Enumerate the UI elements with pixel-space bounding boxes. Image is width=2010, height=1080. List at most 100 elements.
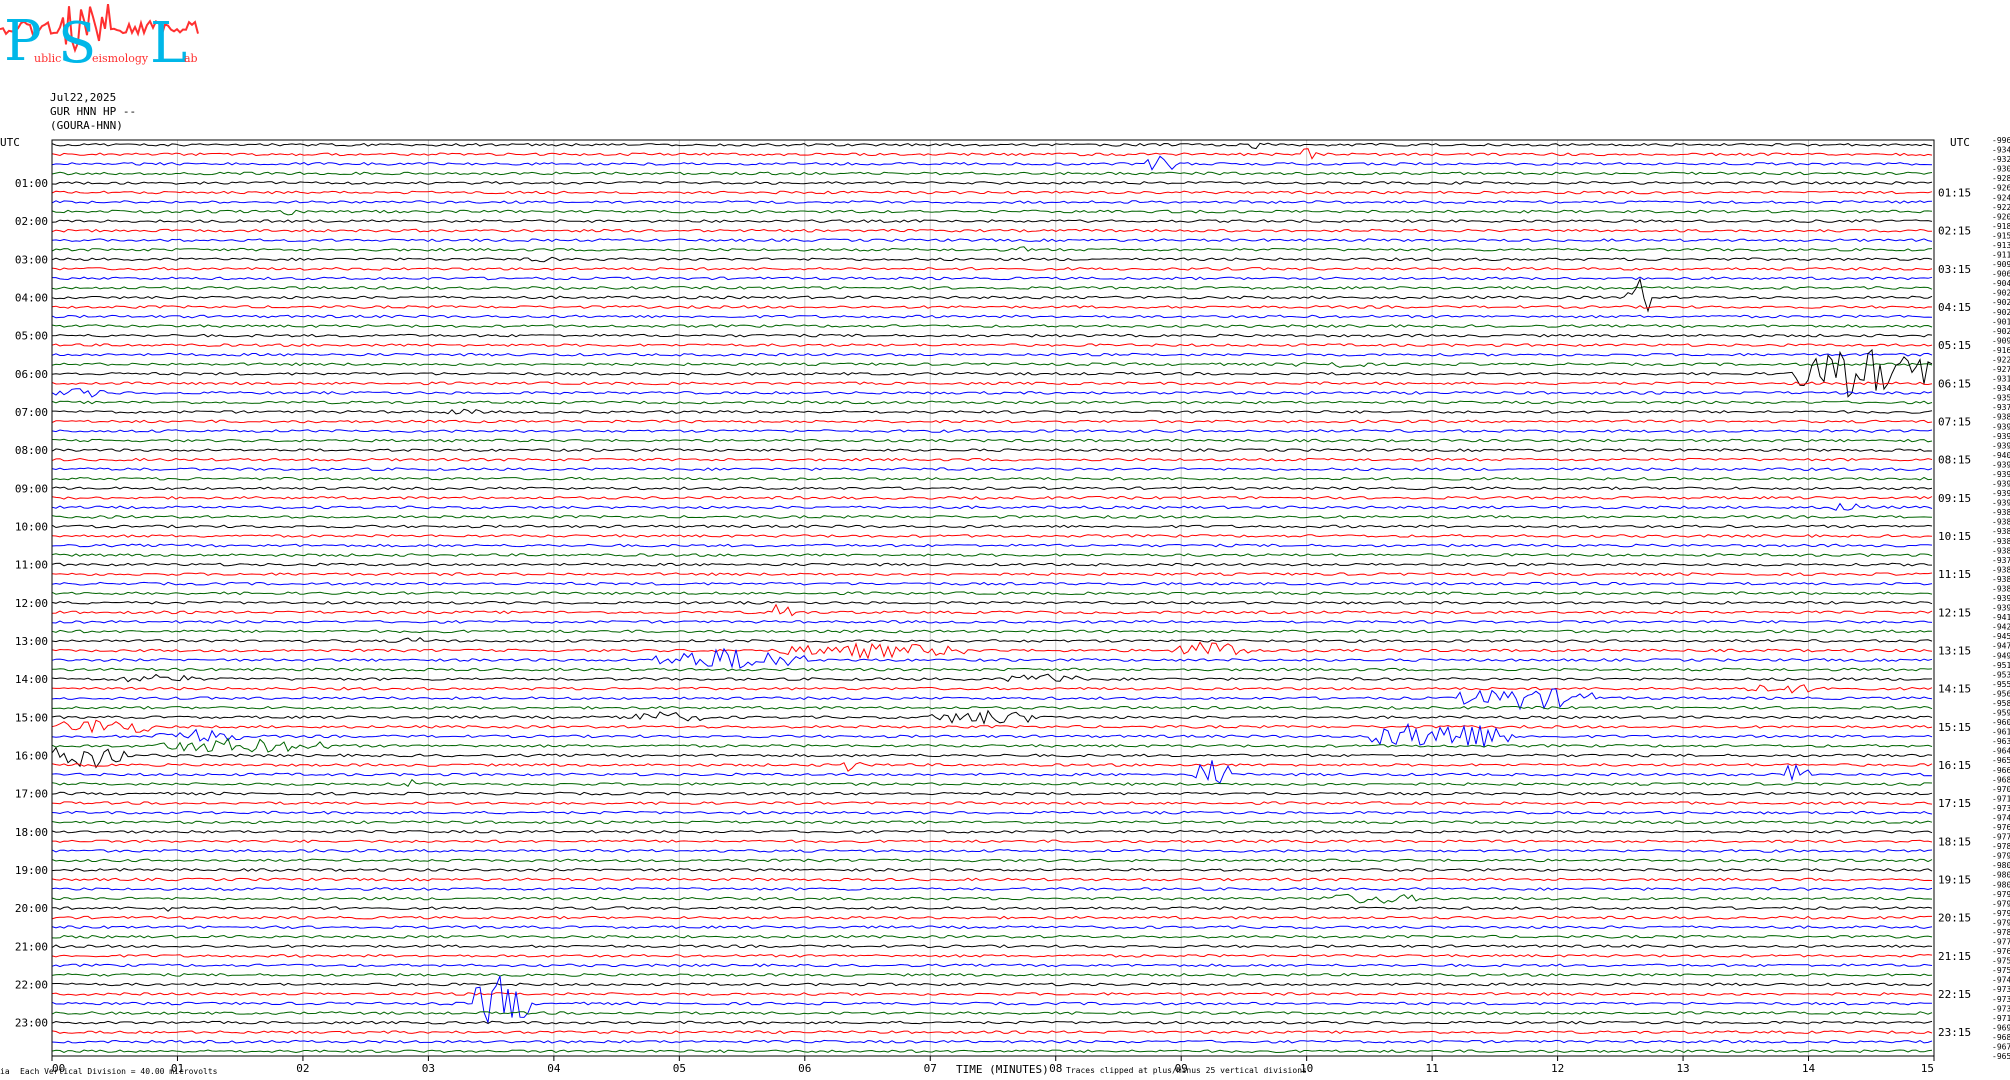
seismic-trace: [51, 887, 1933, 891]
trace-offset-label: -9758: [1992, 957, 2010, 966]
trace-offset-label: -9022: [1992, 308, 2010, 317]
seismic-trace: [51, 142, 1933, 150]
seismic-trace: [51, 673, 1933, 683]
hour-label-right: 11:15: [1938, 568, 1971, 581]
seismic-trace: [51, 324, 1933, 328]
trace-offset-label: -9795: [1992, 909, 2010, 918]
trace-offset-label: -9385: [1992, 527, 2010, 536]
seismic-trace: [51, 791, 1933, 796]
trace-offset-label: -9391: [1992, 499, 2010, 508]
seismic-trace: [51, 760, 1933, 784]
trace-offset-label: -9226: [1992, 355, 2010, 364]
seismic-trace: [51, 553, 1933, 557]
trace-offset-label: -9359: [1992, 394, 2010, 403]
seismic-trace: [51, 858, 1933, 863]
seismic-trace: [51, 849, 1933, 853]
hour-label-left: 04:00: [15, 291, 48, 304]
trace-offset-label: -9110: [1992, 251, 2010, 260]
hour-label-right: 19:15: [1938, 873, 1971, 886]
seismic-trace: [52, 276, 1933, 281]
logo-letter-l: L: [150, 11, 187, 76]
trace-offset-label: -9783: [1992, 928, 2010, 937]
seismic-trace: [51, 719, 1933, 734]
trace-offset-label: -9373: [1992, 403, 2010, 412]
trace-offset-label: -9606: [1992, 718, 2010, 727]
x-tick-label-04: 04: [547, 1062, 561, 1075]
trace-offset-label: -9669: [1992, 766, 2010, 775]
seismic-trace: [51, 591, 1933, 596]
seismic-trace: [51, 562, 1933, 567]
seismic-trace: [51, 778, 1933, 788]
x-tick-label-05: 05: [673, 1062, 686, 1075]
trace-offset-label: -9227: [1992, 203, 2010, 212]
trace-offset-label: -9014: [1992, 317, 2010, 326]
hour-labels-right: 01:15 02:15 03:15 04:15 05:15 06:15 07:15 08:15…: [1938, 186, 1971, 1039]
seismic-trace: [51, 620, 1933, 624]
trace-offset-label: -9182: [1992, 222, 2010, 231]
hour-label-right: 06:15: [1938, 377, 1971, 390]
trace-offset-label: -9595: [1992, 709, 2010, 718]
seismic-trace: [51, 457, 1933, 462]
seismic-trace: [51, 486, 1933, 491]
trace-offset-label: -9569: [1992, 689, 2010, 698]
seismic-trace: [51, 877, 1933, 882]
seismic-trace: [52, 408, 1933, 415]
hour-label-left: 09:00: [15, 482, 48, 495]
hour-label-right: 14:15: [1938, 683, 1971, 696]
seismic-trace: [51, 600, 1933, 605]
seismic-trace: [51, 1039, 1933, 1044]
trace-offset-label: -9794: [1992, 899, 2010, 908]
trace-offset-label: -9762: [1992, 823, 2010, 832]
seismic-trace: [52, 839, 1933, 844]
trace-offset-label: -9966: [1992, 136, 2010, 145]
hour-label-left: 10:00: [15, 520, 48, 533]
trace-offset-label: -9265: [1992, 184, 2010, 193]
chart-traces: [51, 142, 1933, 1054]
seismic-trace: [51, 209, 1933, 216]
seismic-trace: [51, 647, 1933, 669]
seismic-trace: [51, 524, 1933, 529]
hour-label-right: 07:15: [1938, 415, 1971, 428]
seismic-trace: [51, 581, 1933, 586]
x-tick-label-14: 14: [1802, 1062, 1816, 1075]
seismic-trace: [52, 667, 1933, 672]
trace-offset-label: -9382: [1992, 575, 2010, 584]
seismic-trace: [51, 820, 1933, 825]
seismic-trace: [51, 256, 1933, 263]
x-tick-label-11: 11: [1426, 1062, 1439, 1075]
hour-label-left: 07:00: [15, 406, 48, 419]
trace-offset-label: -9619: [1992, 728, 2010, 737]
hour-label-left: 11:00: [15, 559, 48, 572]
hour-label-right: 12:15: [1938, 606, 1971, 619]
seismic-trace: [51, 171, 1933, 176]
seismic-trace: [51, 973, 1933, 977]
trace-offset-label: -9659: [1992, 1052, 2010, 1061]
seismic-trace: [51, 944, 1933, 949]
footer-scale: Each Vertical Division = 40.00 microvolt…: [20, 1067, 218, 1076]
trace-offset-label: -9646: [1992, 747, 2010, 756]
seismic-trace: [51, 893, 1933, 904]
hour-label-left: 19:00: [15, 864, 48, 877]
trace-offset-label: -9790: [1992, 918, 2010, 927]
seismic-trace: [51, 868, 1933, 872]
trace-offset-label: -9396: [1992, 470, 2010, 479]
hour-label-right: 23:15: [1938, 1026, 1971, 1039]
logo-sub-seismology: eismology: [92, 52, 149, 65]
seismic-trace: [51, 1020, 1933, 1025]
seismic-trace: [51, 992, 1933, 996]
seismic-trace: [51, 333, 1933, 338]
seismic-trace: [51, 348, 1933, 398]
hour-labels-left: 01:00 02:00 03:00 04:00 05:00 06:00 07:00 08:00…: [15, 177, 48, 1030]
hour-label-right: 17:15: [1938, 797, 1971, 810]
x-tick-label-03: 03: [422, 1062, 435, 1075]
hour-label-right: 04:15: [1938, 301, 1971, 314]
x-tick-label-06: 06: [798, 1062, 811, 1075]
hour-label-right: 21:15: [1938, 950, 1971, 963]
hour-label-right: 20:15: [1938, 912, 1971, 925]
hour-label-right: 18:15: [1938, 835, 1971, 848]
trace-offset-label: -9731: [1992, 1004, 2010, 1013]
trace-offset-label: -9370: [1992, 556, 2010, 565]
header-site: (GOURA-HNN): [50, 119, 123, 132]
hour-label-right: 09:15: [1938, 492, 1971, 505]
trace-offset-label: -9397: [1992, 460, 2010, 469]
